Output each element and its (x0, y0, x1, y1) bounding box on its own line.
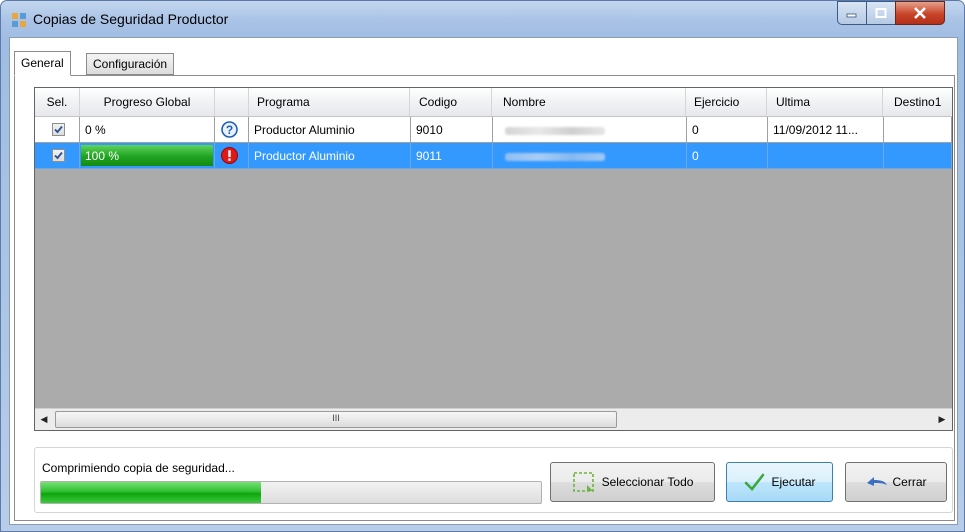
table-row[interactable]: 0 % ? Productor Aluminio 9010 0 11/09/20… (35, 117, 952, 143)
scroll-right-arrow-icon[interactable]: ▶ (935, 412, 949, 427)
select-all-label: Seleccionar Todo (601, 475, 694, 489)
programa-cell: Productor Aluminio (249, 143, 411, 169)
status-cell (215, 143, 249, 169)
redacted-name (505, 152, 605, 161)
ejercicio-cell: 0 (687, 117, 768, 143)
close-window-button[interactable] (895, 1, 945, 25)
tab-general[interactable]: General (14, 51, 71, 76)
column-header-ultima[interactable]: Ultima (768, 88, 883, 116)
destino1-cell (884, 117, 952, 143)
close-button[interactable]: Cerrar (845, 462, 947, 502)
scroll-left-arrow-icon[interactable]: ◀ (37, 412, 51, 427)
column-header-programa[interactable]: Programa (249, 88, 410, 116)
checkmark-icon (745, 473, 765, 491)
codigo-cell: 9011 (411, 143, 493, 169)
maximize-icon (875, 8, 887, 18)
table-row-selected[interactable]: 100 % Productor Aluminio 9011 0 (35, 143, 952, 169)
progress-cell: 100 % (80, 143, 215, 169)
status-label: Comprimiendo copia de seguridad... (42, 461, 235, 475)
svg-text:?: ? (226, 123, 233, 137)
nombre-cell (493, 117, 687, 143)
main-progress-bar (40, 481, 542, 504)
column-header-sel[interactable]: Sel. (35, 88, 80, 116)
sel-cell[interactable] (35, 117, 80, 143)
programa-cell: Productor Aluminio (249, 117, 411, 143)
redacted-name (505, 126, 605, 135)
sel-cell[interactable] (35, 143, 80, 169)
status-cell: ? (215, 117, 249, 143)
column-header-status[interactable] (215, 88, 249, 116)
main-progress-fill (41, 482, 261, 503)
back-arrow-icon (867, 477, 888, 486)
app-window: Copias de Seguridad Productor General Co… (0, 0, 965, 532)
checkmark-icon (54, 151, 63, 160)
grid-header: Sel. Progreso Global Programa Codigo Nom… (35, 88, 952, 117)
horizontal-scrollbar[interactable]: ◀ III ▶ (35, 408, 952, 430)
minimize-button[interactable] (837, 1, 866, 25)
checkmark-icon (54, 125, 63, 134)
scroll-thumb[interactable]: III (55, 411, 617, 428)
backup-grid: Sel. Progreso Global Programa Codigo Nom… (34, 87, 953, 431)
execute-button[interactable]: Ejecutar (726, 462, 833, 502)
execute-label: Ejecutar (771, 475, 816, 489)
column-header-ejercicio[interactable]: Ejercicio (687, 88, 767, 116)
destino1-cell (884, 143, 952, 169)
row-checkbox[interactable] (52, 149, 65, 162)
progress-cell: 0 % (80, 117, 215, 143)
app-icon (12, 13, 26, 27)
progress-text: 100 % (85, 149, 120, 163)
select-all-icon (572, 472, 594, 492)
column-header-nombre[interactable]: Nombre (493, 88, 686, 116)
nombre-cell (493, 143, 687, 169)
close-icon (914, 7, 926, 19)
column-header-destino1[interactable]: Destino1 (884, 88, 952, 116)
error-icon (221, 147, 238, 164)
codigo-cell: 9010 (411, 117, 493, 143)
tab-configuracion[interactable]: Configuración (86, 53, 175, 75)
window-title: Copias de Seguridad Productor (33, 11, 229, 27)
minimize-icon (846, 13, 857, 18)
close-label: Cerrar (892, 475, 927, 489)
column-header-progress[interactable]: Progreso Global (80, 88, 215, 116)
row-checkbox[interactable] (52, 123, 65, 136)
title-bar[interactable]: Copias de Seguridad Productor (1, 1, 964, 37)
ultima-cell: 11/09/2012 11... (768, 117, 884, 143)
maximize-button[interactable] (866, 1, 895, 25)
ultima-cell (768, 143, 884, 169)
progress-text: 0 % (85, 123, 106, 137)
question-icon: ? (221, 121, 238, 138)
select-all-button[interactable]: Seleccionar Todo (550, 462, 715, 502)
ejercicio-cell: 0 (687, 143, 768, 169)
column-header-codigo[interactable]: Codigo (411, 88, 492, 116)
